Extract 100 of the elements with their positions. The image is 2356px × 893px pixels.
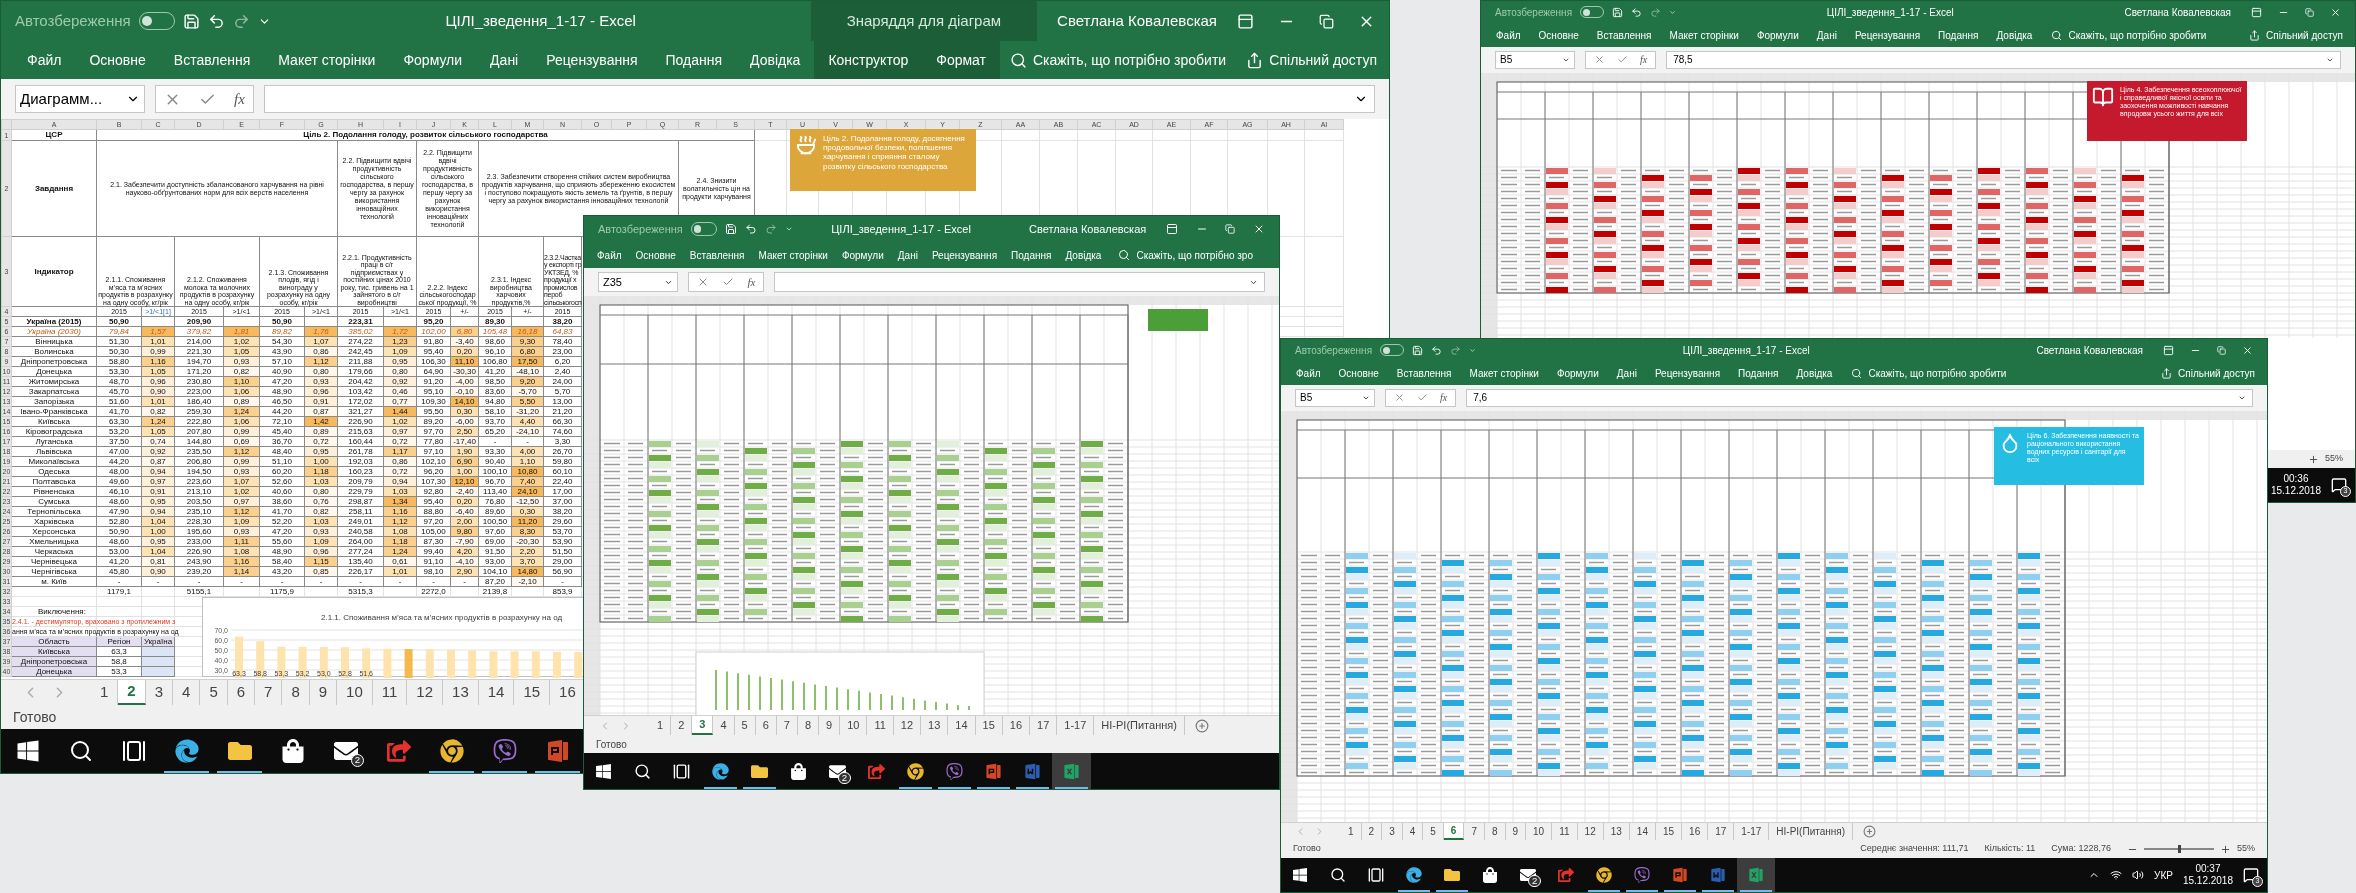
sheet-tab[interactable]: 2 [118,680,146,705]
ribbon-tab[interactable]: Дані [890,242,925,268]
clock[interactable]: 00:37 15.12.2018 [2182,862,2233,888]
save-icon[interactable] [1612,6,1624,18]
insert-function-button[interactable]: fx [1640,52,1648,68]
search-icon[interactable] [1330,867,1346,883]
search-icon[interactable] [68,739,93,763]
browser-icon[interactable] [712,762,729,780]
share-icon[interactable] [1246,51,1264,69]
ribbon-tab[interactable]: Вставлення [159,41,265,79]
formula-input[interactable] [774,272,1265,292]
ribbon-tab[interactable]: Формули [389,41,477,79]
ribbon-tab[interactable]: Вставлення [1387,361,1461,385]
save-icon[interactable] [1412,344,1424,356]
ribbon-tab[interactable]: Основне [1329,361,1388,385]
ribbon-tab[interactable]: Довідка [736,41,815,79]
undo-icon[interactable] [1431,344,1443,356]
browser-icon[interactable] [174,739,199,763]
windows-logo-icon[interactable] [1292,867,1308,883]
presentation-file-icon[interactable] [985,762,1002,780]
task-view-icon[interactable] [1368,867,1384,883]
ribbon-tab[interactable]: Довідка [1987,23,2042,47]
shopping-bag-icon[interactable] [790,762,807,780]
spreadsheet-file-icon[interactable] [1748,867,1764,883]
ribbon-tab[interactable]: Довідка [1787,361,1842,385]
ribbon-tab[interactable]: Формат [922,41,1000,79]
cancel-icon[interactable] [697,276,709,288]
share-icon[interactable] [2161,367,2173,379]
share-icon[interactable] [2249,29,2261,41]
sheet-tab[interactable]: 6 [1443,823,1465,840]
dropdown-caret-icon[interactable] [1362,394,1370,402]
formula-input[interactable] [263,85,1375,113]
tell-me-field[interactable]: Скажіть, що потрібно зро [1136,247,1253,263]
insert-function-button[interactable]: fx [1440,390,1448,406]
dropdown-caret-icon[interactable] [1562,56,1570,64]
zoom-in-icon[interactable] [2220,843,2231,855]
tell-me-field[interactable]: Скажіть, що потрібно зробити [1868,365,2007,381]
search-icon[interactable] [634,762,651,780]
zoom-in-icon[interactable] [2308,453,2319,465]
restore-icon[interactable] [2305,7,2314,17]
undo-icon[interactable] [745,223,758,235]
phone-bubble-icon[interactable] [492,739,517,763]
ribbon-tab[interactable]: Вставлення [682,242,752,268]
ribbon-tab[interactable]: Файл [13,41,76,79]
volume-icon[interactable] [2132,869,2145,881]
name-box[interactable]: B5 [1295,389,1375,407]
insert-function-button[interactable]: fx [234,87,245,111]
envelope-icon[interactable] [829,762,846,780]
ribbon-tab[interactable]: Макет сторінки [751,242,835,268]
cancel-icon[interactable] [1394,392,1405,404]
ribbon-tab[interactable]: Рецензування [1645,361,1730,385]
task-view-icon[interactable] [673,762,690,780]
share-button[interactable]: Спільний доступ [2266,27,2343,43]
cancel-icon[interactable] [1594,54,1605,66]
ribbon-tab[interactable]: Формули [1547,361,1608,385]
spreadsheet-file-icon[interactable] [1063,762,1080,780]
name-box[interactable]: Диаграмм... [15,85,145,113]
windows-logo-icon[interactable] [15,739,40,763]
ribbon-tab[interactable]: Рецензування [532,41,652,79]
ribbon-tab[interactable]: Подання [651,41,737,79]
folder-icon[interactable] [1444,867,1460,883]
presentation-file-icon[interactable] [1672,867,1688,883]
customize-icon[interactable] [1469,346,1477,354]
ribbon-tab[interactable]: Дані [476,41,533,79]
ribbon-tab[interactable]: Основне [1529,23,1588,47]
close-icon[interactable] [2330,6,2341,18]
formula-input[interactable]: 7,6 [1466,389,2253,407]
ribbon-tab[interactable]: Макет сторінки [1460,361,1548,385]
ribbon-display-icon[interactable] [1166,223,1179,235]
task-view-icon[interactable] [121,739,146,763]
wifi-icon[interactable] [2110,869,2123,881]
expand-icon[interactable] [2326,56,2334,64]
taskbar-button[interactable]: 2 [319,729,372,773]
undo-icon[interactable] [1631,6,1643,18]
presentation-file-icon[interactable] [545,739,570,763]
ribbon-display-icon[interactable] [2251,6,2262,18]
zoom-level[interactable]: 55% [2325,452,2343,466]
browser-icon[interactable] [1406,867,1422,883]
name-box[interactable]: Z35 [598,272,678,292]
round-browser-icon[interactable] [1596,867,1612,883]
ribbon-tab[interactable]: Конструктор [814,41,923,79]
tell-me-field[interactable]: Скажіть, що потрібно зробити [1032,49,1227,71]
ribbon-tab[interactable]: Дані [1607,361,1646,385]
language-indicator[interactable]: УКР [2154,867,2173,883]
ribbon-tab[interactable]: Файл [1287,361,1330,385]
windows-logo-icon[interactable] [595,762,612,780]
ribbon-display-icon[interactable] [1237,12,1254,30]
restore-icon[interactable] [1225,224,1236,234]
share-arrow-icon[interactable] [386,739,411,763]
customize-icon[interactable] [785,225,794,233]
ribbon-tab[interactable]: Основне [628,242,683,268]
taskbar-button[interactable]: 2 [1509,858,1547,892]
ribbon-tab[interactable]: Рецензування [924,242,1005,268]
ribbon-tab[interactable]: Довідка [1058,242,1109,268]
envelope-icon[interactable] [333,739,358,763]
phone-bubble-icon[interactable] [1634,867,1650,883]
add-sheet-icon[interactable] [1863,825,1877,838]
zoom-slider[interactable] [2144,845,2214,853]
ribbon-tab[interactable]: Подання [1929,23,1988,47]
expand-icon[interactable] [2238,394,2246,402]
